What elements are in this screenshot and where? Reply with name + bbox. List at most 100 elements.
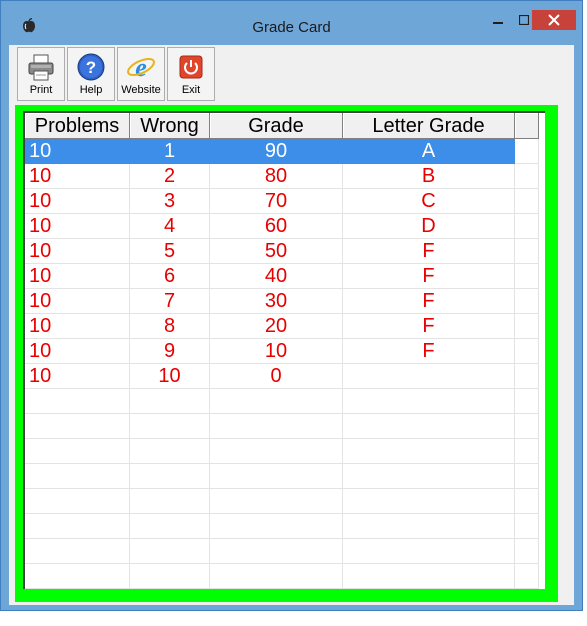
table-cell-grade[interactable] [210, 414, 343, 439]
table-cell-wrong[interactable]: 1 [130, 139, 210, 164]
table-cell-wrong[interactable]: 6 [130, 264, 210, 289]
table-cell-filler[interactable] [515, 489, 539, 514]
table-cell-grade[interactable]: 30 [210, 289, 343, 314]
table-cell-wrong[interactable]: 4 [130, 214, 210, 239]
table-cell-letter-grade[interactable] [343, 564, 515, 589]
table-cell-filler[interactable] [515, 439, 539, 464]
help-button[interactable]: ? Help [67, 47, 115, 101]
table-cell-problems[interactable]: 10 [25, 189, 130, 214]
table-row[interactable]: 10 7 30 F [25, 289, 539, 314]
table-cell-wrong[interactable] [130, 414, 210, 439]
table-cell-problems[interactable]: 10 [25, 264, 130, 289]
print-button[interactable]: Print [17, 47, 65, 101]
table-cell-grade[interactable] [210, 464, 343, 489]
table-row[interactable]: 10 9 10 F [25, 339, 539, 364]
table-cell-letter-grade[interactable]: A [343, 139, 515, 164]
table-cell-letter-grade[interactable] [343, 439, 515, 464]
table-row[interactable]: 10 6 40 F [25, 264, 539, 289]
table-row[interactable] [25, 539, 539, 564]
table-cell-filler[interactable] [515, 139, 539, 164]
column-header-problems[interactable]: Problems [25, 113, 130, 139]
table-cell-wrong[interactable] [130, 564, 210, 589]
table-cell-letter-grade[interactable] [343, 364, 515, 389]
table-cell-filler[interactable] [515, 539, 539, 564]
table-row[interactable] [25, 439, 539, 464]
minimize-button[interactable] [485, 10, 511, 30]
table-cell-problems[interactable]: 10 [25, 139, 130, 164]
table-cell-wrong[interactable] [130, 389, 210, 414]
table-row[interactable]: 10 4 60 D [25, 214, 539, 239]
table-cell-letter-grade[interactable]: C [343, 189, 515, 214]
title-bar[interactable]: Grade Card [1, 1, 582, 45]
table-cell-problems[interactable]: 10 [25, 364, 130, 389]
table-cell-letter-grade[interactable] [343, 464, 515, 489]
table-cell-filler[interactable] [515, 314, 539, 339]
table-cell-problems[interactable] [25, 389, 130, 414]
table-cell-wrong[interactable]: 10 [130, 364, 210, 389]
table-cell-problems[interactable] [25, 464, 130, 489]
table-cell-problems[interactable]: 10 [25, 164, 130, 189]
table-cell-problems[interactable]: 10 [25, 214, 130, 239]
table-cell-problems[interactable] [25, 564, 130, 589]
table-cell-letter-grade[interactable]: D [343, 214, 515, 239]
column-header-letter-grade[interactable]: Letter Grade [343, 113, 515, 139]
table-cell-wrong[interactable] [130, 439, 210, 464]
table-cell-wrong[interactable]: 7 [130, 289, 210, 314]
table-cell-grade[interactable] [210, 389, 343, 414]
table-cell-grade[interactable]: 50 [210, 239, 343, 264]
table-row[interactable] [25, 389, 539, 414]
table-cell-problems[interactable] [25, 439, 130, 464]
column-header-wrong[interactable]: Wrong [130, 113, 210, 139]
table-row[interactable] [25, 514, 539, 539]
table-cell-letter-grade[interactable] [343, 539, 515, 564]
table-cell-grade[interactable]: 20 [210, 314, 343, 339]
table-cell-filler[interactable] [515, 339, 539, 364]
table-cell-grade[interactable] [210, 564, 343, 589]
table-cell-problems[interactable] [25, 489, 130, 514]
table-cell-wrong[interactable]: 5 [130, 239, 210, 264]
table-cell-problems[interactable] [25, 514, 130, 539]
table-cell-wrong[interactable]: 9 [130, 339, 210, 364]
grade-table[interactable]: Problems Wrong Grade Letter Grade 10 1 90 A… [23, 111, 545, 589]
table-row[interactable]: 10 10 0 [25, 364, 539, 389]
table-cell-filler[interactable] [515, 289, 539, 314]
table-row[interactable] [25, 414, 539, 439]
table-cell-filler[interactable] [515, 364, 539, 389]
table-cell-problems[interactable]: 10 [25, 339, 130, 364]
table-cell-letter-grade[interactable] [343, 414, 515, 439]
table-cell-grade[interactable]: 40 [210, 264, 343, 289]
table-cell-problems[interactable]: 10 [25, 289, 130, 314]
table-cell-grade[interactable]: 0 [210, 364, 343, 389]
table-cell-grade[interactable]: 10 [210, 339, 343, 364]
table-cell-grade[interactable]: 70 [210, 189, 343, 214]
table-cell-letter-grade[interactable] [343, 389, 515, 414]
website-button[interactable]: e Website [117, 47, 165, 101]
table-row[interactable] [25, 464, 539, 489]
table-cell-wrong[interactable]: 3 [130, 189, 210, 214]
exit-button[interactable]: Exit [167, 47, 215, 101]
table-cell-problems[interactable]: 10 [25, 314, 130, 339]
close-button[interactable] [532, 10, 576, 30]
table-cell-grade[interactable] [210, 439, 343, 464]
table-row[interactable] [25, 564, 539, 589]
table-cell-letter-grade[interactable] [343, 514, 515, 539]
table-row[interactable]: 10 5 50 F [25, 239, 539, 264]
table-cell-letter-grade[interactable]: B [343, 164, 515, 189]
table-cell-filler[interactable] [515, 464, 539, 489]
table-cell-problems[interactable] [25, 414, 130, 439]
table-cell-letter-grade[interactable]: F [343, 339, 515, 364]
table-cell-filler[interactable] [515, 239, 539, 264]
table-cell-grade[interactable] [210, 514, 343, 539]
table-cell-letter-grade[interactable]: F [343, 314, 515, 339]
table-cell-filler[interactable] [515, 414, 539, 439]
table-row[interactable]: 10 3 70 C [25, 189, 539, 214]
table-cell-wrong[interactable] [130, 464, 210, 489]
table-cell-filler[interactable] [515, 164, 539, 189]
column-header-grade[interactable]: Grade [210, 113, 343, 139]
table-cell-wrong[interactable]: 8 [130, 314, 210, 339]
table-cell-letter-grade[interactable]: F [343, 239, 515, 264]
table-cell-letter-grade[interactable]: F [343, 289, 515, 314]
table-cell-grade[interactable]: 80 [210, 164, 343, 189]
table-cell-letter-grade[interactable]: F [343, 264, 515, 289]
table-cell-wrong[interactable] [130, 539, 210, 564]
